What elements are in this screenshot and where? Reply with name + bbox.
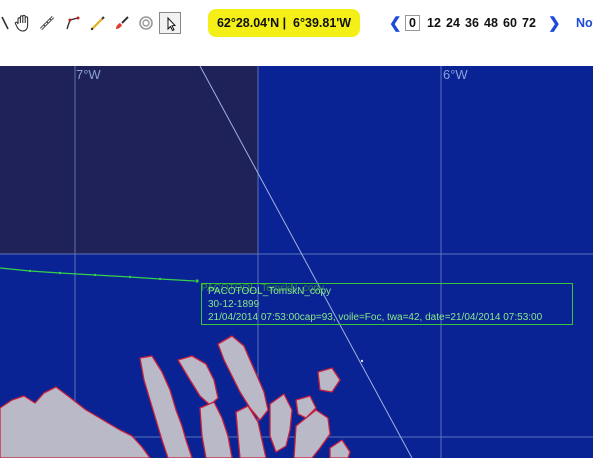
hour-24[interactable]: 24 bbox=[446, 16, 460, 30]
next-hour-button[interactable]: ❯ bbox=[548, 14, 561, 32]
hour-60[interactable]: 60 bbox=[503, 16, 517, 30]
longitude-label-6w: 6°W bbox=[443, 67, 468, 82]
route-info-tooltip: PACOTOOL_TomskN_copy 30-12-1899 21/04/20… bbox=[201, 283, 573, 325]
boat-position[interactable] bbox=[195, 279, 199, 283]
route-waypoint bbox=[58, 271, 62, 275]
main-toolbar: 62°28.04'N | 6°39.81'W ❮ 0 12 24 36 48 6… bbox=[0, 0, 593, 44]
pencil-icon[interactable] bbox=[87, 12, 109, 34]
now-button[interactable]: Nov bbox=[576, 16, 593, 30]
hour-36[interactable]: 36 bbox=[465, 16, 479, 30]
route-waypoint bbox=[93, 273, 97, 277]
cursor-coordinates: 62°28.04'N | 6°39.81'W bbox=[208, 9, 360, 37]
hour-12[interactable]: 12 bbox=[427, 16, 441, 30]
shaded-zone bbox=[0, 66, 258, 254]
map-canvas[interactable] bbox=[0, 65, 593, 459]
route-waypoint bbox=[128, 275, 132, 279]
map-svg bbox=[0, 65, 593, 459]
longitude-label-7w: 7°W bbox=[76, 67, 101, 82]
partial-tool-icon[interactable] bbox=[0, 12, 12, 34]
route-waypoint bbox=[158, 277, 162, 281]
hour-0[interactable]: 0 bbox=[405, 15, 420, 31]
route-icon[interactable] bbox=[62, 12, 84, 34]
pan-hand-icon[interactable] bbox=[12, 12, 34, 34]
tooltip-name: PACOTOOL_TomskN_copy bbox=[208, 286, 332, 297]
route-waypoint bbox=[28, 269, 32, 273]
tooltip-date: 30-12-1899 bbox=[208, 299, 260, 310]
target-icon[interactable] bbox=[135, 12, 157, 34]
hour-48[interactable]: 48 bbox=[484, 16, 498, 30]
tooltip-detail: 21/04/2014 07:53:00cap=93, voile=Foc, tw… bbox=[208, 312, 543, 323]
secondary-toolbar: routing regatta web webserver 3D ✓ bbox=[0, 44, 593, 108]
brush-icon[interactable] bbox=[111, 12, 133, 34]
track-point bbox=[360, 359, 364, 363]
previous-hour-button[interactable]: ❮ bbox=[389, 14, 402, 32]
hour-72[interactable]: 72 bbox=[522, 16, 536, 30]
measure-icon[interactable] bbox=[37, 12, 59, 34]
pointer-icon[interactable] bbox=[159, 12, 181, 34]
